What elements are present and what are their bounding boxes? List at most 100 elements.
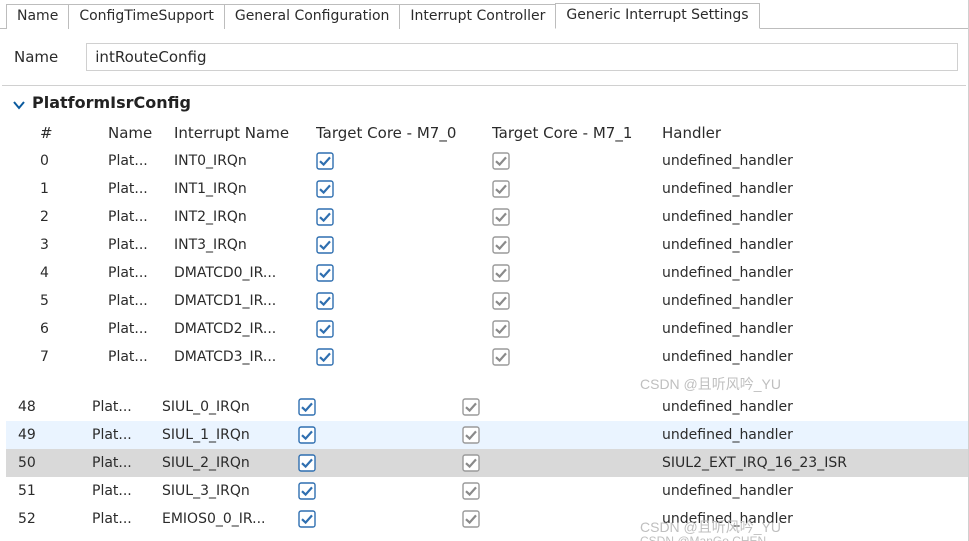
cell-target-core-m7-0[interactable]: [316, 152, 492, 171]
cell-target-core-m7-1[interactable]: [462, 510, 662, 529]
table-row[interactable]: 1Plat...INT1_IRQnundefined_handler: [40, 175, 960, 203]
table-row[interactable]: 0Plat...INT0_IRQn undefined_handler: [40, 147, 960, 175]
cell-target-core-m7-1[interactable]: [492, 348, 662, 367]
cell-target-core-m7-1[interactable]: [462, 482, 662, 501]
cell-target-core-m7-1[interactable]: [462, 426, 662, 445]
cell-interrupt-name: DMATCD0_IR...: [174, 264, 316, 283]
tab-name[interactable]: Name: [6, 4, 69, 29]
table-row[interactable]: 2Plat...INT2_IRQn undefined_handler: [40, 203, 960, 231]
cell-name: Plat...: [92, 454, 162, 473]
checkbox-icon: [492, 348, 510, 366]
checkbox-icon[interactable]: [316, 152, 334, 170]
table-row[interactable]: 50Plat...SIUL_2_IRQnSIUL2_EXT_IRQ_16_23_…: [6, 449, 968, 477]
cell-name: Plat...: [108, 236, 174, 255]
cell-target-core-m7-1[interactable]: [492, 152, 662, 171]
cell-target-core-m7-0[interactable]: [316, 292, 492, 311]
cell-index: 49: [6, 426, 92, 445]
table-row[interactable]: 48Plat...SIUL_0_IRQnundefined_handler: [6, 393, 968, 421]
cell-interrupt-name: SIUL_0_IRQn: [162, 398, 298, 417]
table-row[interactable]: 3Plat...INT3_IRQnundefined_handler: [40, 231, 960, 259]
table-row[interactable]: 6Plat...DMATCD2_IR...undefined_handler: [40, 315, 960, 343]
cell-target-core-m7-0[interactable]: [298, 510, 462, 529]
cell-index: 6: [40, 320, 108, 339]
cell-handler: SIUL2_EXT_IRQ_16_23_ISR: [662, 454, 968, 473]
col-name: Name: [108, 123, 174, 143]
table-row[interactable]: 49Plat...SIUL_1_IRQnundefined_handler: [6, 421, 968, 449]
tab-interrupt-controller[interactable]: Interrupt Controller: [399, 4, 556, 29]
cell-target-core-m7-0[interactable]: [298, 398, 462, 417]
cell-interrupt-name: DMATCD1_IR...: [174, 292, 316, 311]
cell-target-core-m7-1[interactable]: [492, 208, 662, 227]
table-header: # Name Interrupt Name Target Core - M7_0…: [40, 119, 960, 147]
table-split-gap: [0, 375, 968, 393]
cell-target-core-m7-0[interactable]: [298, 426, 462, 445]
cell-index: 0: [40, 152, 108, 171]
isr-table-bottom: 48 Plat... SIUL_0_IRQn undefined_handler 49P…: [6, 393, 968, 533]
cell-target-core-m7-1[interactable]: [462, 398, 662, 417]
cell-target-core-m7-0[interactable]: [316, 208, 492, 227]
cell-handler: undefined_handler: [662, 208, 960, 227]
chevron-down-icon: [12, 96, 26, 110]
table-row[interactable]: 52Plat...EMIOS0_0_IR...undefined_handler: [6, 505, 968, 533]
cell-index: 2: [40, 208, 108, 227]
col-index: #: [40, 123, 108, 143]
checkbox-icon[interactable]: [298, 510, 316, 528]
checkbox-icon[interactable]: [316, 348, 334, 366]
checkbox-icon[interactable]: [316, 264, 334, 282]
cell-handler: undefined_handler: [662, 348, 960, 367]
name-field-label: Name: [14, 47, 58, 67]
checkbox-icon[interactable]: [316, 208, 334, 226]
cell-target-core-m7-0[interactable]: [316, 264, 492, 283]
checkbox-icon: [492, 152, 510, 170]
cell-interrupt-name: SIUL_1_IRQn: [162, 426, 298, 445]
tab-generic-interrupt-settings[interactable]: Generic Interrupt Settings: [555, 3, 759, 29]
tab-general-configuration[interactable]: General Configuration: [224, 4, 401, 29]
cell-target-core-m7-0[interactable]: [316, 320, 492, 339]
cell-interrupt-name: INT0_IRQn: [174, 152, 316, 171]
cell-interrupt-name: EMIOS0_0_IR...: [162, 510, 298, 529]
cell-interrupt-name: INT2_IRQn: [174, 208, 316, 227]
cell-index: 48: [6, 398, 92, 417]
checkbox-icon[interactable]: [298, 454, 316, 472]
cell-target-core-m7-1[interactable]: [462, 454, 662, 473]
cell-interrupt-name: SIUL_2_IRQn: [162, 454, 298, 473]
checkbox-icon: [462, 398, 480, 416]
cell-target-core-m7-1[interactable]: [492, 264, 662, 283]
checkbox-icon[interactable]: [298, 482, 316, 500]
cell-target-core-m7-0[interactable]: [298, 454, 462, 473]
tab-configtimesupport[interactable]: ConfigTimeSupport: [68, 4, 225, 29]
checkbox-icon[interactable]: [298, 426, 316, 444]
cell-handler: undefined_handler: [662, 264, 960, 283]
cell-name: Plat...: [108, 264, 174, 283]
col-interrupt-name: Interrupt Name: [174, 123, 316, 143]
table-row[interactable]: 5Plat...DMATCD1_IR...undefined_handler: [40, 287, 960, 315]
cell-target-core-m7-0[interactable]: [298, 482, 462, 501]
cell-target-core-m7-1[interactable]: [492, 236, 662, 255]
cell-target-core-m7-0[interactable]: [316, 348, 492, 367]
cell-handler: undefined_handler: [662, 398, 968, 417]
cell-target-core-m7-0[interactable]: [316, 236, 492, 255]
cell-target-core-m7-0[interactable]: [316, 180, 492, 199]
cell-name: Plat...: [108, 208, 174, 227]
checkbox-icon: [462, 426, 480, 444]
col-target-core-m7-0: Target Core - M7_0: [316, 123, 492, 143]
name-input[interactable]: [86, 43, 958, 71]
table-row[interactable]: 51Plat...SIUL_3_IRQnundefined_handler: [6, 477, 968, 505]
checkbox-icon[interactable]: [298, 398, 316, 416]
table-row[interactable]: 4Plat...DMATCD0_IR...undefined_handler: [40, 259, 960, 287]
cell-target-core-m7-1[interactable]: [492, 180, 662, 199]
name-field-row: Name: [0, 29, 968, 85]
cell-target-core-m7-1[interactable]: [492, 320, 662, 339]
group-header[interactable]: PlatformIsrConfig: [12, 92, 960, 114]
cell-handler: undefined_handler: [662, 320, 960, 339]
checkbox-icon[interactable]: [316, 236, 334, 254]
cell-name: Plat...: [108, 152, 174, 171]
checkbox-icon[interactable]: [316, 320, 334, 338]
checkbox-icon[interactable]: [316, 292, 334, 310]
cell-handler: undefined_handler: [662, 152, 960, 171]
divider: [2, 85, 966, 86]
checkbox-icon[interactable]: [316, 180, 334, 198]
cell-target-core-m7-1[interactable]: [492, 292, 662, 311]
table-row[interactable]: 7Plat...DMATCD3_IR...undefined_handler: [40, 343, 960, 371]
cell-interrupt-name: INT3_IRQn: [174, 236, 316, 255]
